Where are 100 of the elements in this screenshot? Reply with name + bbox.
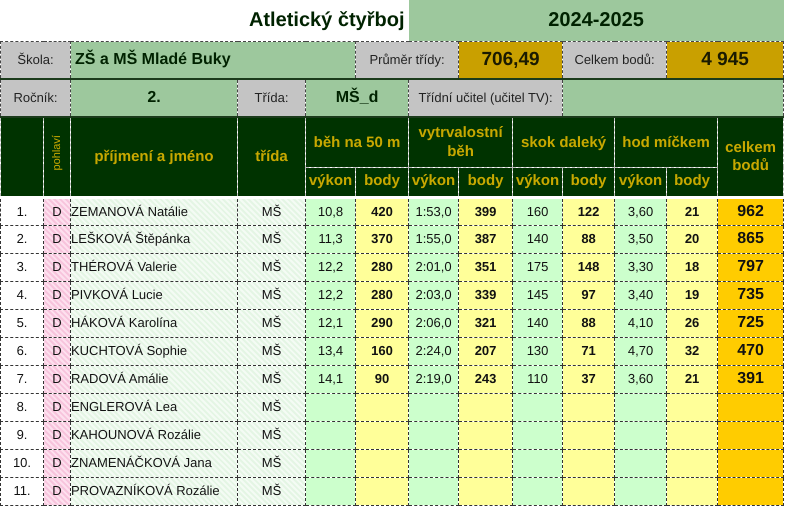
table-cell: 321 [458,309,513,337]
table-cell: 4,70 [614,337,667,365]
gender-cell: D [44,225,70,253]
table-cell: 290 [356,309,409,337]
row-number: 4. [0,281,44,309]
class-cell: MŠ [238,477,306,505]
class-cell: MŠ [238,281,306,309]
row-number: 11. [0,477,44,505]
total-cell: 725 [718,309,784,337]
table-cell: 140 [512,225,563,253]
table-cell: 21 [666,197,718,225]
total-cell: 391 [718,365,784,393]
total-cell: 865 [718,225,784,253]
name-cell: PIVKOVÁ Lucie [70,281,238,309]
table-cell: 243 [458,365,513,393]
table-cell: 12,2 [306,281,356,309]
table-cell: 399 [458,197,513,225]
table-cell: 88 [562,225,615,253]
table-cell: 420 [356,197,409,225]
gender-cell: D [44,421,70,449]
total-cell: 735 [718,281,784,309]
gender-cell: D [44,337,70,365]
class-average: 706,49 [458,41,563,79]
class-cell: MŠ [238,197,306,225]
column-header: příjmení a jméno [70,117,238,197]
name-cell: RADOVÁ Amálie [70,365,238,393]
row-number: 9. [0,421,44,449]
table-cell: 19 [666,281,718,309]
table-cell: 12,2 [306,253,356,281]
column-header: body [458,167,513,197]
school-value: ZŠ a MŠ Mladé Buky [70,41,356,79]
column-header: třída [238,117,306,197]
table-cell: 280 [356,253,409,281]
table-cell: 2:01,0 [408,253,459,281]
gender-cell: D [44,253,70,281]
table-cell: 12,1 [306,309,356,337]
table-cell: 145 [512,281,563,309]
table-cell: 20 [666,225,718,253]
table-cell: 97 [562,281,615,309]
field-label: Třídní učitel (učitel TV): [408,79,563,117]
class-cell: MŠ [238,225,306,253]
row-number: 7. [0,365,44,393]
table-cell: 3,60 [614,365,667,393]
table-cell: 140 [512,309,563,337]
class-cell: MŠ [238,253,306,281]
table-cell: 32 [666,337,718,365]
name-cell: KUCHTOVÁ Sophie [70,337,238,365]
class-cell: MŠ [238,337,306,365]
table-cell: 2:03,0 [408,281,459,309]
school-year: 2024-2025 [408,0,784,41]
table-cell: 351 [458,253,513,281]
row-number: 10. [0,449,44,477]
total-cell: 797 [718,253,784,281]
table-cell: 2:06,0 [408,309,459,337]
column-header: celkem bodů [718,117,784,197]
total-cell: 470 [718,337,784,365]
row-number: 6. [0,337,44,365]
field-label: Celkem bodů: [562,41,667,79]
table-cell: 71 [562,337,615,365]
table-cell: 11,3 [306,225,356,253]
table-cell: 90 [356,365,409,393]
column-header: běh na 50 m [306,117,409,167]
column-header: body [666,167,718,197]
gender-cell: D [44,197,70,225]
column-header: vytrvalostní běh [408,117,513,167]
class-cell: MŠ [238,365,306,393]
field-label: Třída: [238,79,306,117]
total-points: 4 945 [666,41,784,79]
table-cell: 110 [512,365,563,393]
table-cell: 160 [356,337,409,365]
table-cell: 1:53,0 [408,197,459,225]
name-cell: ZEMANOVÁ Natálie [70,197,238,225]
column-header: body [562,167,615,197]
table-cell: 21 [666,365,718,393]
row-number: 5. [0,309,44,337]
gender-cell: D [44,309,70,337]
table-cell: 2:19,0 [408,365,459,393]
field-label: Ročník: [0,79,70,117]
name-cell: LEŠKOVÁ Štěpánka [70,225,238,253]
column-header: výkon [408,167,459,197]
table-cell: 4,10 [614,309,667,337]
table-cell: 37 [562,365,615,393]
field-label: Průměr třídy: [356,41,459,79]
table-cell: 3,50 [614,225,667,253]
column-header: výkon [306,167,356,197]
table-cell: 10,8 [306,197,356,225]
row-number: 2. [0,225,44,253]
table-cell: 88 [562,309,615,337]
column-header: pohlaví [50,135,64,171]
table-cell: 339 [458,281,513,309]
table-cell: 3,60 [614,197,667,225]
column-header: hod míčkem [614,117,718,167]
class-cell: MŠ [238,449,306,477]
table-cell: 1:55,0 [408,225,459,253]
gender-cell: D [44,281,70,309]
name-cell: THÉROVÁ Valerie [70,253,238,281]
table-cell: 14,1 [306,365,356,393]
table-cell: 26 [666,309,718,337]
gender-cell: D [44,393,70,421]
class-cell: MŠ [238,309,306,337]
